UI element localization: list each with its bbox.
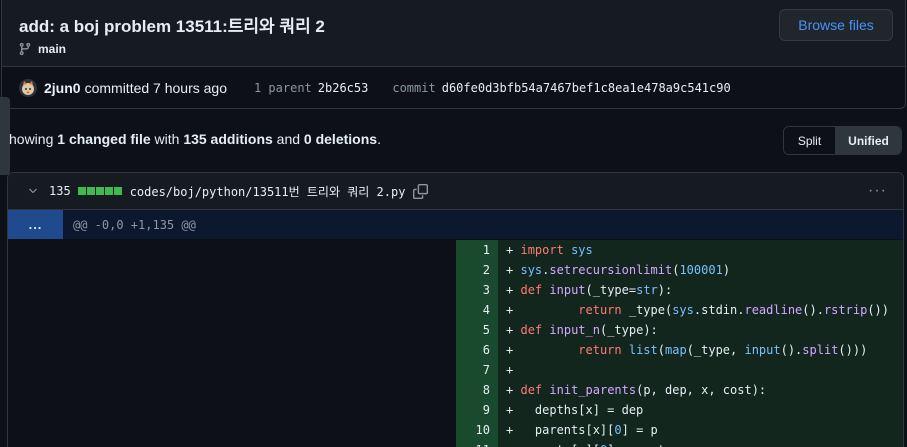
code-line: + def input(_type=str): <box>498 280 903 300</box>
diff-line: 11+ costs[x][0] = cost <box>8 440 903 447</box>
commit-author[interactable]: 2jun0 <box>44 80 81 96</box>
diffstat-block <box>113 187 122 195</box>
commit-meta: 2jun0 committed 7 hours ago 1 parent 2b2… <box>2 67 905 108</box>
diffstat-block <box>95 187 104 195</box>
diff-line: 8 + def init_parents(p, dep, x, cost): <box>8 380 903 400</box>
file-addition-count: 135 <box>49 184 71 198</box>
diff-line: 1 + import sys <box>8 240 903 260</box>
avatar-cat-icon <box>22 80 34 95</box>
file-header: 135 codes/boj/python/13511번 트리와 쿼리 2.py … <box>8 173 903 210</box>
branch-name: main <box>38 42 67 56</box>
code-line: + def init_parents(p, dep, x, cost): <box>498 380 903 400</box>
code-line: + <box>498 360 903 380</box>
copy-icon[interactable] <box>413 183 429 199</box>
summary-mid1: with <box>150 131 184 147</box>
commit-sha: d60fe0d3bfb54a7467bef1c8ea1e478a9c541c90 <box>441 80 731 95</box>
code-line: + parents[x][0] = p <box>498 420 903 440</box>
line-number[interactable]: 2 <box>456 260 498 280</box>
commit-label: commit <box>392 80 436 95</box>
line-number[interactable]: 5 <box>456 320 498 340</box>
code-line: + depths[x] = dep <box>498 400 903 420</box>
diffstat-block <box>86 187 95 195</box>
file-diff: 135 codes/boj/python/13511번 트리와 쿼리 2.py … <box>7 172 904 447</box>
code-line: + def input_n(_type): <box>498 320 903 340</box>
diff-line: 2 + sys.setrecursionlimit(100001) <box>8 260 903 280</box>
additions-count: 135 additions <box>183 131 273 147</box>
line-number[interactable]: 6 <box>456 340 498 360</box>
kebab-menu-icon[interactable]: ··· <box>868 182 887 200</box>
commit-header: add: a boj problem 13511:트리와 쿼리 2 Browse… <box>1 0 906 109</box>
diffstat-bar <box>77 187 122 195</box>
line-number[interactable]: 1 <box>456 240 498 260</box>
changed-files-count: 1 changed file <box>57 131 151 147</box>
diff-line: 9 + depths[x] = dep <box>8 400 903 420</box>
diff-line: 10 + parents[x][0] = p <box>8 420 903 440</box>
chevron-down-icon[interactable] <box>27 185 39 197</box>
unified-view-button[interactable]: Unified <box>836 127 901 154</box>
line-number[interactable]: 3 <box>456 280 498 300</box>
line-number[interactable]: 9 <box>456 400 498 420</box>
hunk-range: @@ -0,0 +1,135 @@ <box>73 217 196 232</box>
code-line: + return list(map(_type, input().split()… <box>498 340 903 360</box>
diffstat-block <box>104 187 113 195</box>
line-number[interactable]: 11 <box>456 440 498 447</box>
commit-title-bar: add: a boj problem 13511:트리와 쿼리 2 Browse… <box>2 0 905 67</box>
diff-code-area: 1 + import sys 2 + sys.setrecursionlimit(10… <box>8 239 903 447</box>
diff-line: 4 + return _type(sys.stdin.readline().rst… <box>8 300 903 320</box>
diffstat-block <box>77 187 86 195</box>
code-line: + import sys <box>498 240 903 260</box>
line-number[interactable]: 4 <box>456 300 498 320</box>
diff-line: 7 + <box>8 360 903 380</box>
diff-line: 5 + def input_n(_type): <box>8 320 903 340</box>
commit-title: add: a boj problem 13511:트리와 쿼리 2 <box>19 17 325 36</box>
expand-hunk-button[interactable]: ... <box>8 210 63 239</box>
summary-suffix: . <box>377 131 381 147</box>
line-number[interactable]: 10 <box>456 420 498 440</box>
summary-prefix: howing <box>9 131 58 147</box>
split-view-button[interactable]: Split <box>784 127 836 154</box>
file-path[interactable]: codes/boj/python/13511번 트리와 쿼리 2.py <box>130 183 406 200</box>
hunk-header: ... @@ -0,0 +1,135 @@ <box>8 210 903 239</box>
branch-indicator[interactable]: main <box>18 42 66 56</box>
deletions-count: 0 deletions <box>303 131 378 147</box>
diff-summary: howing 1 changed file with 135 additions… <box>9 131 381 147</box>
parent-label: 1 parent <box>253 80 312 95</box>
summary-mid2: and <box>272 131 304 147</box>
line-number[interactable]: 8 <box>456 380 498 400</box>
diff-line: 6 + return list(map(_type, input().split(… <box>8 340 903 360</box>
diff-view-toggle: Split Unified <box>783 126 902 155</box>
parent-sha[interactable]: 2b26c53 <box>318 81 369 95</box>
browse-files-button[interactable]: Browse files <box>779 9 893 41</box>
code-line: + costs[x][0] = cost <box>498 440 903 447</box>
avatar[interactable] <box>19 78 37 97</box>
git-branch-icon <box>19 42 31 56</box>
code-line: + sys.setrecursionlimit(100001) <box>498 260 903 280</box>
line-number[interactable]: 7 <box>456 360 498 380</box>
code-line: + return _type(sys.stdin.readline().rstr… <box>498 300 903 320</box>
diff-line: 3 + def input(_type=str): <box>8 280 903 300</box>
committed-time: committed 7 hours ago <box>84 79 227 96</box>
